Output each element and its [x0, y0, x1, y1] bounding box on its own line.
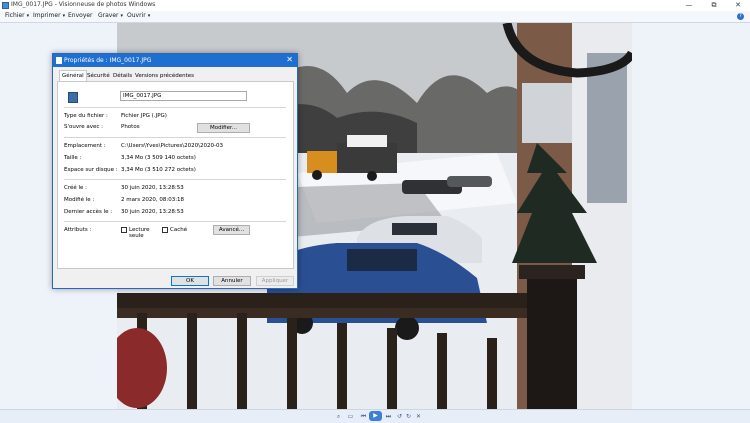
file-name-field[interactable]: IMG_0017.JPG: [120, 91, 247, 101]
bottom-toolbar: ⌕ ▭ ⏮ ▶ ⏭ ↺ ↻ ✕: [0, 409, 750, 423]
next-icon[interactable]: ⏭: [384, 412, 393, 421]
created-label: Créé le :: [64, 185, 88, 191]
accessed-value: 30 juin 2020, 13:28:53: [121, 209, 184, 215]
size-value: 3,34 Mo (3 509 140 octets): [121, 155, 196, 161]
type-label: Type du fichier :: [64, 113, 108, 119]
properties-dialog: Propriétés de : IMG_0017.JPG ✕ Général S…: [52, 53, 298, 289]
close-window-button[interactable]: ✕: [726, 0, 750, 11]
menu-ouvrir[interactable]: Ouvrir ▾: [127, 12, 150, 19]
menu-bar: Fichier ▾ Imprimer ▾ Envoyer Graver ▾ Ouvri…: [0, 11, 750, 23]
type-value: Fichier JPG (.JPG): [121, 113, 167, 119]
slideshow-icon[interactable]: ▶: [369, 411, 382, 421]
change-app-button[interactable]: Modifier...: [197, 123, 250, 133]
apply-button[interactable]: Appliquer: [256, 276, 294, 286]
rotate-right-icon[interactable]: ↻: [404, 412, 413, 421]
location-value: C:\Users\Yves\Pictures\2020\2020-03: [121, 143, 223, 149]
dialog-tabs: Général Sécurité Détails Versions précéd…: [57, 70, 295, 82]
accessed-label: Dernier accès le :: [64, 209, 113, 215]
menu-imprimer[interactable]: Imprimer ▾: [33, 12, 65, 19]
image-file-icon: [68, 92, 78, 103]
size-on-disk-label: Espace sur disque :: [64, 167, 118, 173]
zoom-icon[interactable]: ⌕: [334, 412, 343, 421]
separator: [64, 221, 286, 222]
tab-versions-precedentes[interactable]: Versions précédentes: [133, 71, 196, 81]
photo-viewer-app-icon: [2, 2, 9, 9]
window-title: IMG_0017.JPG - Visionneuse de photos Win…: [11, 1, 156, 8]
dialog-title-bar: Propriétés de : IMG_0017.JPG ✕: [53, 54, 297, 67]
size-on-disk-value: 3,34 Mo (3 510 272 octets): [121, 167, 196, 173]
previous-icon[interactable]: ⏮: [359, 412, 368, 421]
modified-value: 2 mars 2020, 08:03:18: [121, 197, 185, 203]
separator: [64, 137, 286, 138]
attributes-label: Attributs :: [64, 227, 92, 233]
ok-button[interactable]: OK: [171, 276, 209, 286]
menu-envoyer[interactable]: Envoyer: [68, 12, 93, 19]
general-panel: IMG_0017.JPG Type du fichier : Fichier J…: [57, 81, 294, 269]
separator: [64, 107, 286, 108]
tab-securite[interactable]: Sécurité: [85, 71, 112, 81]
readonly-checkbox[interactable]: [121, 227, 127, 233]
minimize-button[interactable]: —: [677, 0, 701, 11]
fit-icon[interactable]: ▭: [346, 412, 355, 421]
location-label: Emplacement :: [64, 143, 106, 149]
tab-details[interactable]: Détails: [111, 71, 134, 81]
hidden-checkbox[interactable]: [162, 227, 168, 233]
maximize-button[interactable]: ⧉: [702, 0, 726, 11]
readonly-label: Lecture seule: [129, 227, 150, 239]
menu-fichier[interactable]: Fichier ▾: [5, 12, 29, 19]
delete-icon[interactable]: ✕: [414, 412, 423, 421]
rotate-left-icon[interactable]: ↺: [395, 412, 404, 421]
modified-label: Modifié le :: [64, 197, 95, 203]
created-value: 30 juin 2020, 13:28:53: [121, 185, 184, 191]
opens-with-label: S'ouvre avec :: [64, 124, 104, 130]
opens-with-value: Photos: [121, 124, 140, 130]
help-icon[interactable]: ?: [737, 13, 744, 20]
menu-graver[interactable]: Graver ▾: [98, 12, 123, 19]
dialog-close-button[interactable]: ✕: [286, 55, 293, 64]
file-properties-icon: [56, 57, 62, 64]
dialog-title: Propriétés de : IMG_0017.JPG: [64, 57, 152, 64]
window-title-bar: IMG_0017.JPG - Visionneuse de photos Win…: [0, 0, 750, 11]
cancel-button[interactable]: Annuler: [213, 276, 251, 286]
separator: [64, 179, 286, 180]
size-label: Taille :: [64, 155, 82, 161]
advanced-button[interactable]: Avancé...: [213, 225, 250, 235]
hidden-label: Caché: [170, 227, 188, 233]
